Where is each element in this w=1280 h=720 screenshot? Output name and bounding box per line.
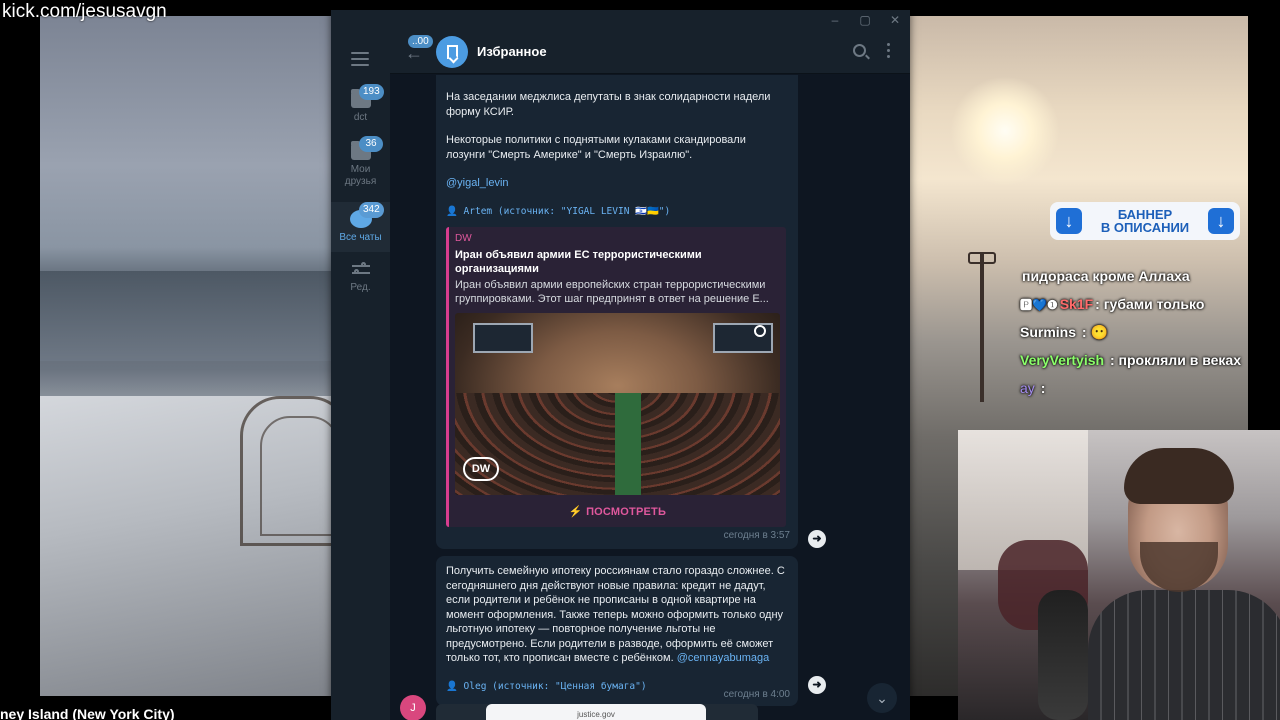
folder-badge: 193 <box>359 84 384 100</box>
parachute-tower <box>980 252 984 402</box>
chat-nick: Surmins <box>1020 324 1077 340</box>
preview-site: DW <box>455 233 472 244</box>
close-button[interactable]: ✕ <box>880 10 910 30</box>
sea <box>40 271 332 361</box>
chat-text: : 😶 <box>1081 324 1108 340</box>
next-preview-text: justice.gov <box>486 704 706 720</box>
chat-header: ← ..00 Избранное <box>390 30 910 74</box>
share-icon[interactable]: ➜ <box>808 530 826 548</box>
chat-text: : <box>1040 380 1046 396</box>
link-preview[interactable]: DW Иран объявил армии ЕС террористически… <box>446 227 786 527</box>
message-text: На заседании меджлиса депутаты в знак со… <box>446 91 771 118</box>
hamburger-menu-icon[interactable] <box>351 52 369 70</box>
folder-all-chats[interactable]: 342 Все чаты <box>331 202 390 252</box>
chat-title[interactable]: Избранное <box>477 44 547 59</box>
folder-sidebar: 193 dct 36 Мои друзья 342 Все чаты Ред. <box>331 30 390 720</box>
folder-label: Мои друзья <box>344 164 377 187</box>
chat-nick: VeryVertyish <box>1020 352 1105 368</box>
preview-description: Иран объявил армии европейских стран тер… <box>455 278 769 306</box>
webcam-feed <box>958 430 1280 720</box>
author-link[interactable]: @cennayabumaga <box>677 652 770 664</box>
window-titlebar: – ▢ ✕ <box>331 10 910 30</box>
zoom-icon[interactable] <box>754 324 766 337</box>
stream-chat: пидораса кроме Аллаха 🅿💙❶ Sk1F: губами то… <box>1020 262 1280 402</box>
folder-badge: 342 <box>359 202 384 218</box>
parliament-aisle <box>615 392 641 495</box>
sender-avatar[interactable]: J <box>400 695 426 720</box>
stream-background-left <box>40 16 350 696</box>
more-options-icon[interactable] <box>887 43 890 61</box>
streamer-hair <box>1124 448 1234 504</box>
folder-label: Ред. <box>350 282 371 293</box>
sun <box>950 76 1060 186</box>
folder-label: Все чаты <box>339 232 382 243</box>
author-link[interactable]: @yigal_levin <box>446 176 788 191</box>
sliders-icon <box>351 262 370 276</box>
chat-line: Surmins : 😶 <box>1020 318 1280 346</box>
bookmark-icon <box>446 45 458 59</box>
unread-counter: ..00 <box>408 35 433 48</box>
preview-title: Иран объявил армии ЕС террористическими … <box>455 248 702 275</box>
folder-label: dct <box>353 112 368 123</box>
chat-text: пидораса кроме Аллаха <box>1022 268 1190 284</box>
telegram-window: – ▢ ✕ 193 dct 36 Мои друзья 342 Все чаты… <box>331 10 910 720</box>
banner-line2: В ОПИСАНИИ <box>1100 220 1190 235</box>
chat-line: пидораса кроме Аллаха <box>1020 262 1280 290</box>
forward-source: 👤 Artem (источник: "YIGAL LEVIN 🇮🇱🇺🇦") <box>446 205 671 217</box>
stream-location-caption: ney Island (New York City) <box>0 706 175 720</box>
streamer-body <box>1088 590 1280 720</box>
message-list[interactable]: На заседании меджлиса депутаты в знак со… <box>390 75 910 720</box>
scroll-down-button[interactable]: ⌄ <box>867 683 897 713</box>
minimize-button[interactable]: – <box>820 10 850 30</box>
folder-edit[interactable]: Ред. <box>331 262 390 302</box>
download-arrow-icon: ↓ <box>1207 208 1234 234</box>
message-time: сегодня в 4:00 <box>723 688 790 700</box>
chat-text: : прокляли в веках <box>1109 352 1241 368</box>
next-message-preview[interactable]: justice.gov <box>436 704 758 720</box>
folder-badge: 36 <box>359 136 383 152</box>
chat-badges: 🅿💙❶ <box>1020 298 1058 312</box>
stream-url-overlay: kick.com/jesusavgn <box>2 1 167 22</box>
search-icon[interactable] <box>853 44 866 57</box>
maximize-button[interactable]: ▢ <box>850 10 880 30</box>
dw-logo: DW <box>463 456 499 481</box>
parliament-screen <box>473 322 533 353</box>
chat-line: VeryVertyish : прокляли в веках <box>1020 346 1280 374</box>
message-time: сегодня в 3:57 <box>723 529 790 541</box>
message-text: Некоторые политики с поднятыми кулаками … <box>446 134 746 161</box>
microphone <box>1038 590 1088 720</box>
roller-coaster-inner <box>260 416 340 536</box>
chat-nick: Sk1F <box>1059 296 1094 312</box>
message-bubble[interactable]: На заседании меджлиса депутаты в знак со… <box>436 75 798 549</box>
watch-button[interactable]: ⚡ ПОСМОТРЕТЬ <box>449 495 786 528</box>
chat-line: 🅿💙❶ Sk1F: губами только <box>1020 290 1280 318</box>
download-arrow-icon: ↓ <box>1056 208 1082 234</box>
message-body: Получить семейную ипотеку россиянам стал… <box>446 565 785 664</box>
saved-messages-avatar[interactable] <box>436 36 468 68</box>
folder-friends[interactable]: 36 Мои друзья <box>331 136 390 200</box>
message-text: Получить семейную ипотеку россиянам стал… <box>446 564 788 666</box>
message-bubble[interactable]: Получить семейную ипотеку россиянам стал… <box>436 556 798 706</box>
folder-dct[interactable]: 193 dct <box>331 84 390 136</box>
preview-image[interactable]: DW <box>455 312 780 495</box>
share-icon[interactable]: ➜ <box>808 676 826 694</box>
chat-nick: ay <box>1020 380 1035 396</box>
chat-line: ay : <box>1020 374 1280 402</box>
chat-text: : губами только <box>1095 296 1205 312</box>
download-banner: ↓ БАННЕР В ОПИСАНИИ ↓ <box>1050 202 1240 240</box>
